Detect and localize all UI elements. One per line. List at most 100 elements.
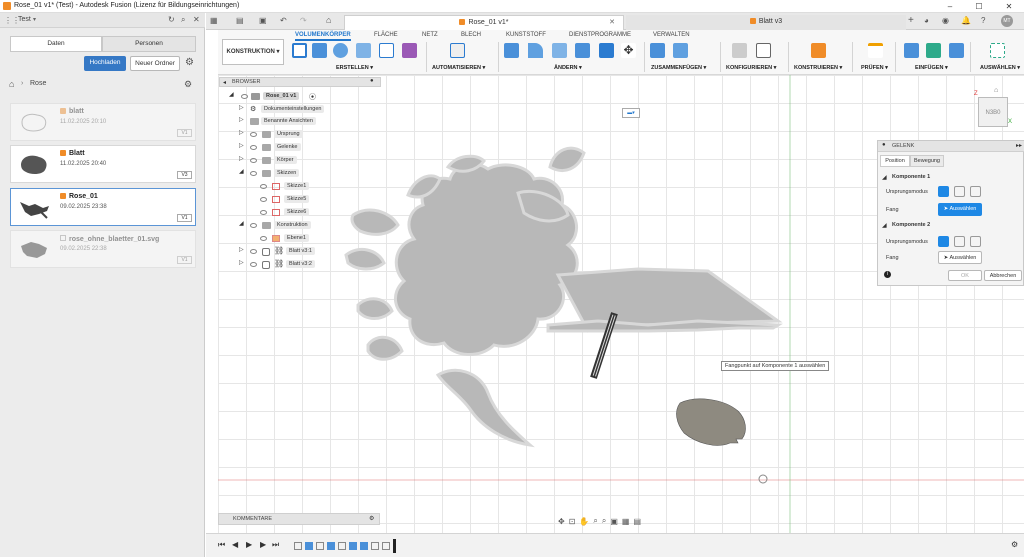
expand-triangle-icon[interactable]: ◢ [239, 220, 244, 227]
display-mode-icon[interactable]: ▣ [610, 517, 618, 526]
measure-icon[interactable] [868, 43, 883, 58]
hole-icon[interactable] [356, 43, 371, 58]
collapse-icon[interactable]: ◂ [223, 79, 226, 86]
close-panel-icon[interactable]: ✕ [193, 15, 200, 24]
visibility-eye-icon[interactable] [241, 94, 248, 99]
redo-icon[interactable]: ↷ [300, 16, 307, 25]
visibility-eye-icon[interactable] [250, 223, 257, 228]
zoom-icon[interactable]: ⌕ [593, 516, 597, 526]
extensions-icon[interactable]: ◕ [924, 16, 929, 25]
undo-icon[interactable]: ↶ [280, 16, 287, 25]
visibility-eye-icon[interactable] [250, 158, 257, 163]
home-icon[interactable]: ⌂ [9, 79, 14, 89]
orbit-icon[interactable]: ✥ [558, 517, 565, 526]
browser-row[interactable]: ▷ ⛓ Blatt v3:2 [219, 259, 381, 271]
expand-triangle-icon[interactable]: ▷ [239, 246, 244, 253]
tab-blech[interactable]: BLECH [461, 32, 481, 38]
visibility-eye-icon[interactable] [260, 236, 267, 241]
browser-row[interactable]: ▷ Ursprung [219, 129, 381, 141]
new-component-icon[interactable] [650, 43, 665, 58]
grid-settings-icon[interactable]: ▦ [622, 517, 630, 526]
file-card[interactable]: blatt 11.02.2025 20:10 V1 [10, 103, 196, 141]
save-icon[interactable]: ▣ [259, 16, 267, 25]
version-badge[interactable]: V1 [177, 214, 192, 222]
browser-row[interactable]: ▷ ⛓ Blatt v3:1 [219, 246, 381, 258]
extrude-icon[interactable] [312, 43, 327, 58]
browser-row[interactable]: Ebene1 [219, 233, 381, 245]
insert-derive-icon[interactable] [926, 43, 941, 58]
close-tab-icon[interactable]: ✕ [609, 16, 615, 30]
insert-image-icon[interactable] [949, 43, 964, 58]
project-name[interactable]: Test [18, 16, 31, 23]
timeline-next-icon[interactable]: ▶ [260, 540, 266, 549]
version-badge[interactable]: V1 [177, 129, 192, 137]
timeline-extrude-icon[interactable] [327, 542, 335, 550]
expand-triangle-icon[interactable]: ◢ [239, 168, 244, 175]
timeline-start-icon[interactable]: ⏮ [218, 540, 225, 550]
joint-expand-icon[interactable]: ▸▸ [1016, 142, 1022, 149]
comments-settings-icon[interactable]: ⚙ [369, 515, 374, 522]
viewports-icon[interactable]: ▤ [633, 517, 641, 526]
zoom-window-icon[interactable]: ⌕ [602, 516, 606, 526]
press-pull-icon[interactable] [504, 43, 519, 58]
version-badge[interactable]: V1 [177, 256, 192, 264]
visibility-eye-icon[interactable] [250, 132, 257, 137]
joint-icon[interactable] [673, 43, 688, 58]
timeline-extrude-icon[interactable] [360, 542, 368, 550]
breadcrumb[interactable]: Rose [30, 80, 46, 87]
browser-row[interactable]: Skizze1 [219, 181, 381, 193]
browser-row[interactable]: ▷ Benannte Ansichten [219, 116, 381, 128]
fillet-icon[interactable] [528, 43, 543, 58]
expand-triangle-icon[interactable]: ▷ [239, 104, 244, 111]
browser-row[interactable]: Skizze5 [219, 194, 381, 206]
timeline-extrude-icon[interactable] [305, 542, 313, 550]
browser-row[interactable]: ◢ Skizzen [219, 168, 381, 180]
viewcube[interactable]: N3B0 [978, 97, 1008, 127]
home-view-icon[interactable]: ⌂ [994, 87, 998, 94]
group-auswaehlen[interactable]: AUSWÄHLEN ▾ [980, 65, 1020, 71]
timeline-settings-icon[interactable]: ⚙ [1011, 540, 1018, 549]
tab-bewegung[interactable]: Bewegung [910, 155, 944, 167]
group-erstellen[interactable]: ERSTELLEN ▾ [336, 65, 373, 71]
visibility-eye-icon[interactable] [260, 197, 267, 202]
help-icon[interactable]: ? [981, 16, 985, 25]
timeline-sketch-icon[interactable] [338, 542, 346, 550]
project-dropdown-icon[interactable]: ▾ [33, 16, 36, 23]
shell-icon[interactable] [599, 43, 614, 58]
upload-button[interactable]: Hochladen [84, 56, 126, 71]
tab-flaeche[interactable]: FLÄCHE [374, 32, 398, 38]
file-card[interactable]: Rose_01 09.02.2025 23:38 V1 [10, 188, 196, 226]
origin-twoedge-icon[interactable] [970, 236, 981, 247]
joint-header[interactable]: ● GELENK ▸▸ [878, 141, 1024, 152]
form-icon[interactable] [402, 43, 417, 58]
chamfer-icon[interactable] [552, 43, 567, 58]
select-snap1-button[interactable]: ➤ Auswählen [938, 203, 982, 216]
minimize-button[interactable]: – [935, 0, 965, 13]
tab-netz[interactable]: NETZ [422, 32, 438, 38]
notifications-icon[interactable]: 🔔 [961, 16, 971, 25]
look-at-icon[interactable]: ⊡ [569, 517, 576, 526]
expand-triangle-icon[interactable]: ◢ [229, 91, 234, 98]
group-konfigurieren[interactable]: KONFIGURIEREN ▾ [726, 65, 776, 71]
create-sketch-icon[interactable] [292, 43, 307, 58]
select-snap2-button[interactable]: ➤ Auswählen [938, 251, 982, 264]
expand-triangle-icon[interactable]: ▷ [239, 129, 244, 136]
combine-icon[interactable] [575, 43, 590, 58]
browser-row[interactable]: ◢ Konstruktion [219, 220, 381, 232]
timeline-play-icon[interactable]: ▶ [246, 540, 252, 549]
timeline-prev-icon[interactable]: ◀ [232, 540, 238, 549]
visibility-eye-icon[interactable] [250, 262, 257, 267]
new-folder-button[interactable]: Neuer Ordner [130, 56, 180, 71]
construct-plane-icon[interactable] [811, 43, 826, 58]
expand-triangle-icon[interactable]: ▷ [239, 259, 244, 266]
version-badge[interactable]: V3 [177, 171, 192, 179]
expand-triangle-icon[interactable]: ▷ [239, 116, 244, 123]
tab-volumenkoerper[interactable]: VOLUMENKÖRPER [295, 32, 351, 41]
group-konstruieren[interactable]: KONSTRUIEREN ▾ [794, 65, 842, 71]
tab-personen[interactable]: Personen [102, 36, 196, 52]
expand-triangle-icon[interactable]: ▷ [239, 142, 244, 149]
tab-daten[interactable]: Daten [10, 36, 102, 52]
add-member-icon[interactable]: ⚙ [184, 79, 192, 90]
new-tab-icon[interactable]: + [908, 15, 914, 26]
pattern-icon[interactable] [379, 43, 394, 58]
